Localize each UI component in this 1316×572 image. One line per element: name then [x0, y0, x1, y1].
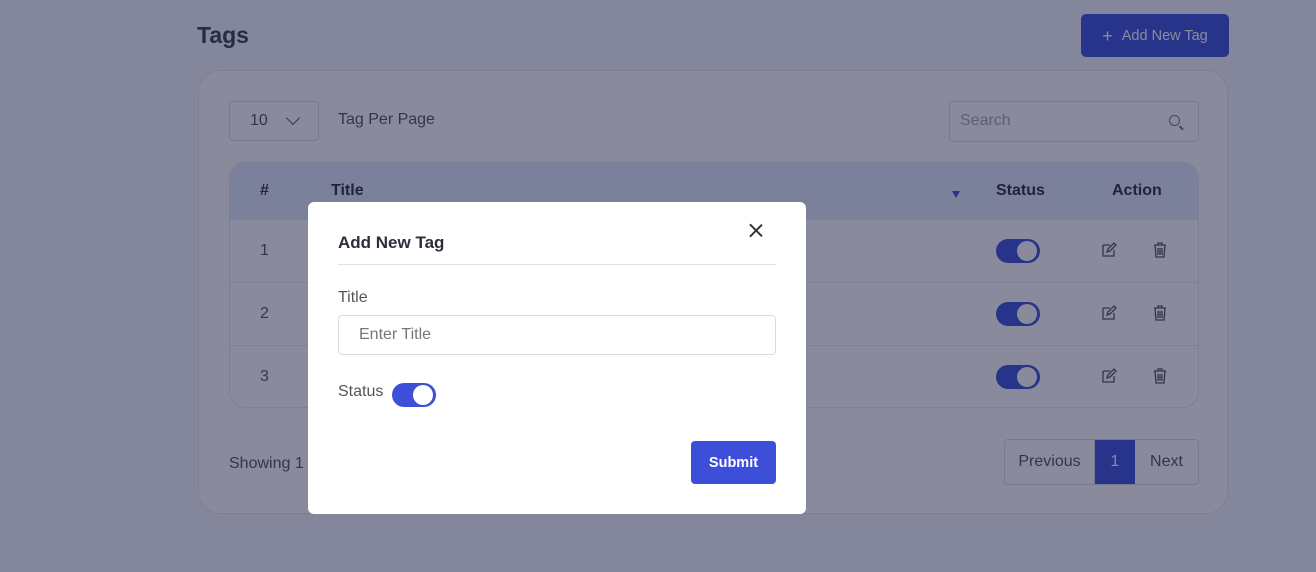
title-input[interactable] [338, 315, 776, 355]
title-field-label: Title [338, 289, 368, 306]
add-tag-modal: Add New Tag Title Status Submit [308, 202, 806, 514]
modal-status-toggle[interactable] [392, 383, 436, 407]
modal-divider [338, 264, 776, 265]
submit-button[interactable]: Submit [691, 441, 776, 484]
close-icon[interactable] [747, 221, 765, 239]
modal-title: Add New Tag [338, 233, 445, 252]
status-label: Status [338, 383, 384, 400]
